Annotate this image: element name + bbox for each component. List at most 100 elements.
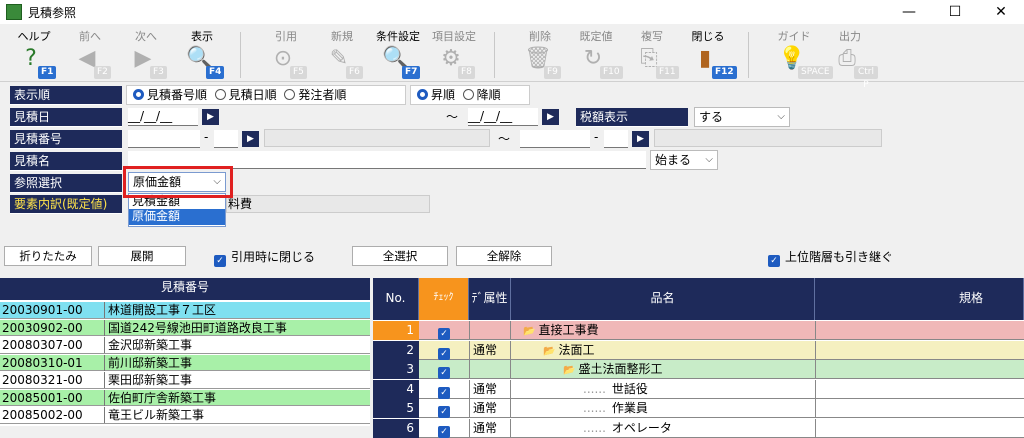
row-item-name-cell: 📂 盛土法面整形工 [511, 360, 815, 379]
tree-connector: ...... [583, 420, 606, 435]
toolbar-button-label: 既定値 [579, 30, 613, 43]
row-check-cell[interactable]: ✓ [419, 419, 469, 438]
item-tree-row[interactable]: 2 ✓ 通常 📂 法面工 [373, 340, 1024, 360]
toolbar-button-f5[interactable]: 引用 ⊙ F5 [258, 28, 314, 80]
toolbar-button-f3[interactable]: 次へ ▶ F3 [118, 28, 174, 80]
expand-button[interactable]: 展開 [98, 246, 186, 266]
row-attr-cell: 通常 [469, 399, 511, 418]
toolbar-button-space[interactable]: ガイド 💡 SPACE [766, 28, 833, 80]
toolbar-button-f12[interactable]: 閉じる ▮ F12 [680, 28, 737, 80]
date-to-field[interactable]: __/__/__ [468, 108, 538, 126]
close-on-cite-checkbox[interactable]: ✓ 引用時に閉じる [214, 248, 315, 267]
estimate-list-row[interactable]: 20030901-00 林道開設工事７工区 [0, 302, 370, 319]
folder-open-icon[interactable]: 📂 [523, 326, 535, 337]
radio-sort-client[interactable]: 発注者順 [284, 88, 346, 102]
row-number-cell: 6 [373, 418, 419, 438]
toolbar-button-f7[interactable]: 条件設定 🔍 F7 [370, 28, 426, 80]
deselect-all-button[interactable]: 全解除 [456, 246, 552, 266]
match-type-select[interactable]: 始まる ⌵ [650, 150, 718, 170]
estimate-name-cell: 栗田邸新築工事 [104, 372, 370, 388]
number-to-picker-button[interactable]: ▶ [632, 131, 649, 147]
date-to-picker-button[interactable]: ▶ [542, 109, 559, 125]
radio-descending[interactable]: 降順 [462, 88, 501, 102]
app-icon [6, 4, 22, 20]
date-from-picker-button[interactable]: ▶ [202, 109, 219, 125]
col-header-check[interactable]: ﾁｪｯｸ [419, 278, 469, 320]
folder-open-icon[interactable]: 📂 [543, 346, 555, 357]
checkbox-checked-icon[interactable]: ✓ [438, 347, 450, 360]
checkbox-checked-icon[interactable]: ✓ [438, 425, 450, 438]
toolbar-button-label: 表示 [191, 30, 213, 43]
toolbar-separator [748, 32, 749, 78]
estimate-list-row[interactable]: 20080321-00 栗田邸新築工事 [0, 372, 370, 389]
number-from-picker-button[interactable]: ▶ [242, 131, 259, 147]
highlight-box [123, 166, 233, 198]
row-check-cell[interactable]: ✓ [419, 341, 469, 360]
radio-ascending[interactable]: 昇順 [417, 88, 455, 102]
estimate-list-row[interactable]: 20080307-00 金沢邸新築工事 [0, 337, 370, 354]
number-to-branch-field[interactable] [604, 130, 628, 148]
toolbar-button-f2[interactable]: 前へ ◀ F2 [62, 28, 118, 80]
row-number-cell: 5 [373, 399, 419, 418]
checkbox-checked-icon[interactable]: ✓ [438, 367, 450, 379]
estimate-number-cell: 20080321-00 [2, 373, 83, 387]
toolbar-button-label: ガイド [777, 30, 811, 43]
row-number-cell: 3 [373, 360, 419, 379]
function-key-badge: F9 [544, 66, 561, 79]
estimate-list-row[interactable]: 20030902-00 国道242号線池田町道路改良工事 [0, 319, 370, 336]
toolbar-button-f10[interactable]: 既定値 ↻ F10 [568, 28, 624, 80]
row-check-cell[interactable]: ✓ [419, 321, 469, 340]
item-tree-row[interactable]: 4 ✓ 通常...... 世話役 [373, 379, 1024, 399]
item-name-text: オペレータ [611, 420, 672, 435]
row-check-cell[interactable]: ✓ [419, 380, 469, 399]
item-name-text: 直接工事費 [538, 323, 599, 337]
estimate-name-cell: 林道開設工事７工区 [104, 302, 370, 318]
item-name-text: 作業員 [611, 401, 648, 415]
toolbar-button-f1[interactable]: ヘルプ? F1 [6, 28, 62, 80]
number-from-name-display [264, 129, 490, 147]
toolbar-button-ctrl-p[interactable]: 出力 ⎙ Ctrl P [822, 28, 878, 90]
toolbar-button-label: 閉じる [691, 30, 725, 43]
checkmark-icon: ✓ [214, 255, 226, 267]
date-from-field[interactable]: __/__/__ [128, 108, 198, 126]
estimate-number-cell: 20080310-01 [2, 355, 83, 370]
row-check-cell[interactable]: ✓ [419, 399, 469, 418]
maximize-button[interactable]: ☐ [932, 0, 978, 24]
item-tree-row[interactable]: 3 ✓ 📂 盛土法面整形工 [373, 360, 1024, 379]
select-all-button[interactable]: 全選択 [352, 246, 448, 266]
tree-connector: ...... [583, 401, 606, 415]
checkbox-checked-icon[interactable]: ✓ [438, 386, 450, 399]
close-window-button[interactable]: ✕ [978, 0, 1024, 24]
estimate-name-cell: 前川邸新築工事 [104, 354, 370, 371]
toolbar-button-f11[interactable]: 複写 ⎘ F11 [624, 28, 680, 80]
number-from-field[interactable] [128, 130, 200, 148]
inherit-upper-checkbox[interactable]: ✓ 上位階層も引き継ぐ [768, 248, 893, 267]
number-from-branch-field[interactable] [214, 130, 238, 148]
number-to-field[interactable] [520, 130, 590, 148]
item-tree-row[interactable]: 1 ✓ 📂 直接工事費 [373, 321, 1024, 340]
item-name-text: 法面工 [558, 342, 595, 357]
function-key-badge: F3 [150, 66, 167, 79]
dropdown-option-cost-amount[interactable]: 原価金額 [129, 209, 225, 225]
row-item-name-cell: ...... 世話役 [511, 380, 815, 399]
radio-sort-date[interactable]: 見積日順 [214, 88, 277, 102]
row-check-cell[interactable]: ✓ [419, 360, 469, 379]
estimate-list-row[interactable]: 20085002-00 竜王ビル新築工事 [0, 407, 370, 424]
collapse-button[interactable]: 折りたたみ [4, 246, 92, 266]
estimate-list-row[interactable]: 20085001-00 佐伯町庁舎新築工事 [0, 389, 370, 406]
toolbar-button-f4[interactable]: 表示 🔍 F4 [174, 28, 230, 80]
folder-open-icon[interactable]: 📂 [563, 365, 575, 376]
toolbar-button-f6[interactable]: 新規 ✎ F6 [314, 28, 370, 80]
window-title: 見積参照 [28, 6, 77, 20]
radio-sort-number[interactable]: 見積番号順 [133, 88, 207, 102]
row-attr-cell [469, 360, 511, 379]
item-tree-row[interactable]: 5 ✓ 通常...... 作業員 [373, 399, 1024, 418]
toolbar-button-f8[interactable]: 項目設定 ⚙ F8 [426, 28, 482, 80]
minimize-button[interactable]: — [886, 0, 932, 24]
item-tree-row[interactable]: 6 ✓ 通常...... オペレータ [373, 418, 1024, 438]
checkbox-checked-icon[interactable]: ✓ [438, 406, 450, 418]
estimate-list-row[interactable]: 20080310-01 前川邸新築工事 [0, 354, 370, 371]
toolbar-button-f9[interactable]: 削除 🗑 F9 [512, 28, 568, 80]
checkbox-checked-icon[interactable]: ✓ [438, 328, 450, 340]
tax-display-select[interactable]: する ⌵ [694, 107, 790, 127]
